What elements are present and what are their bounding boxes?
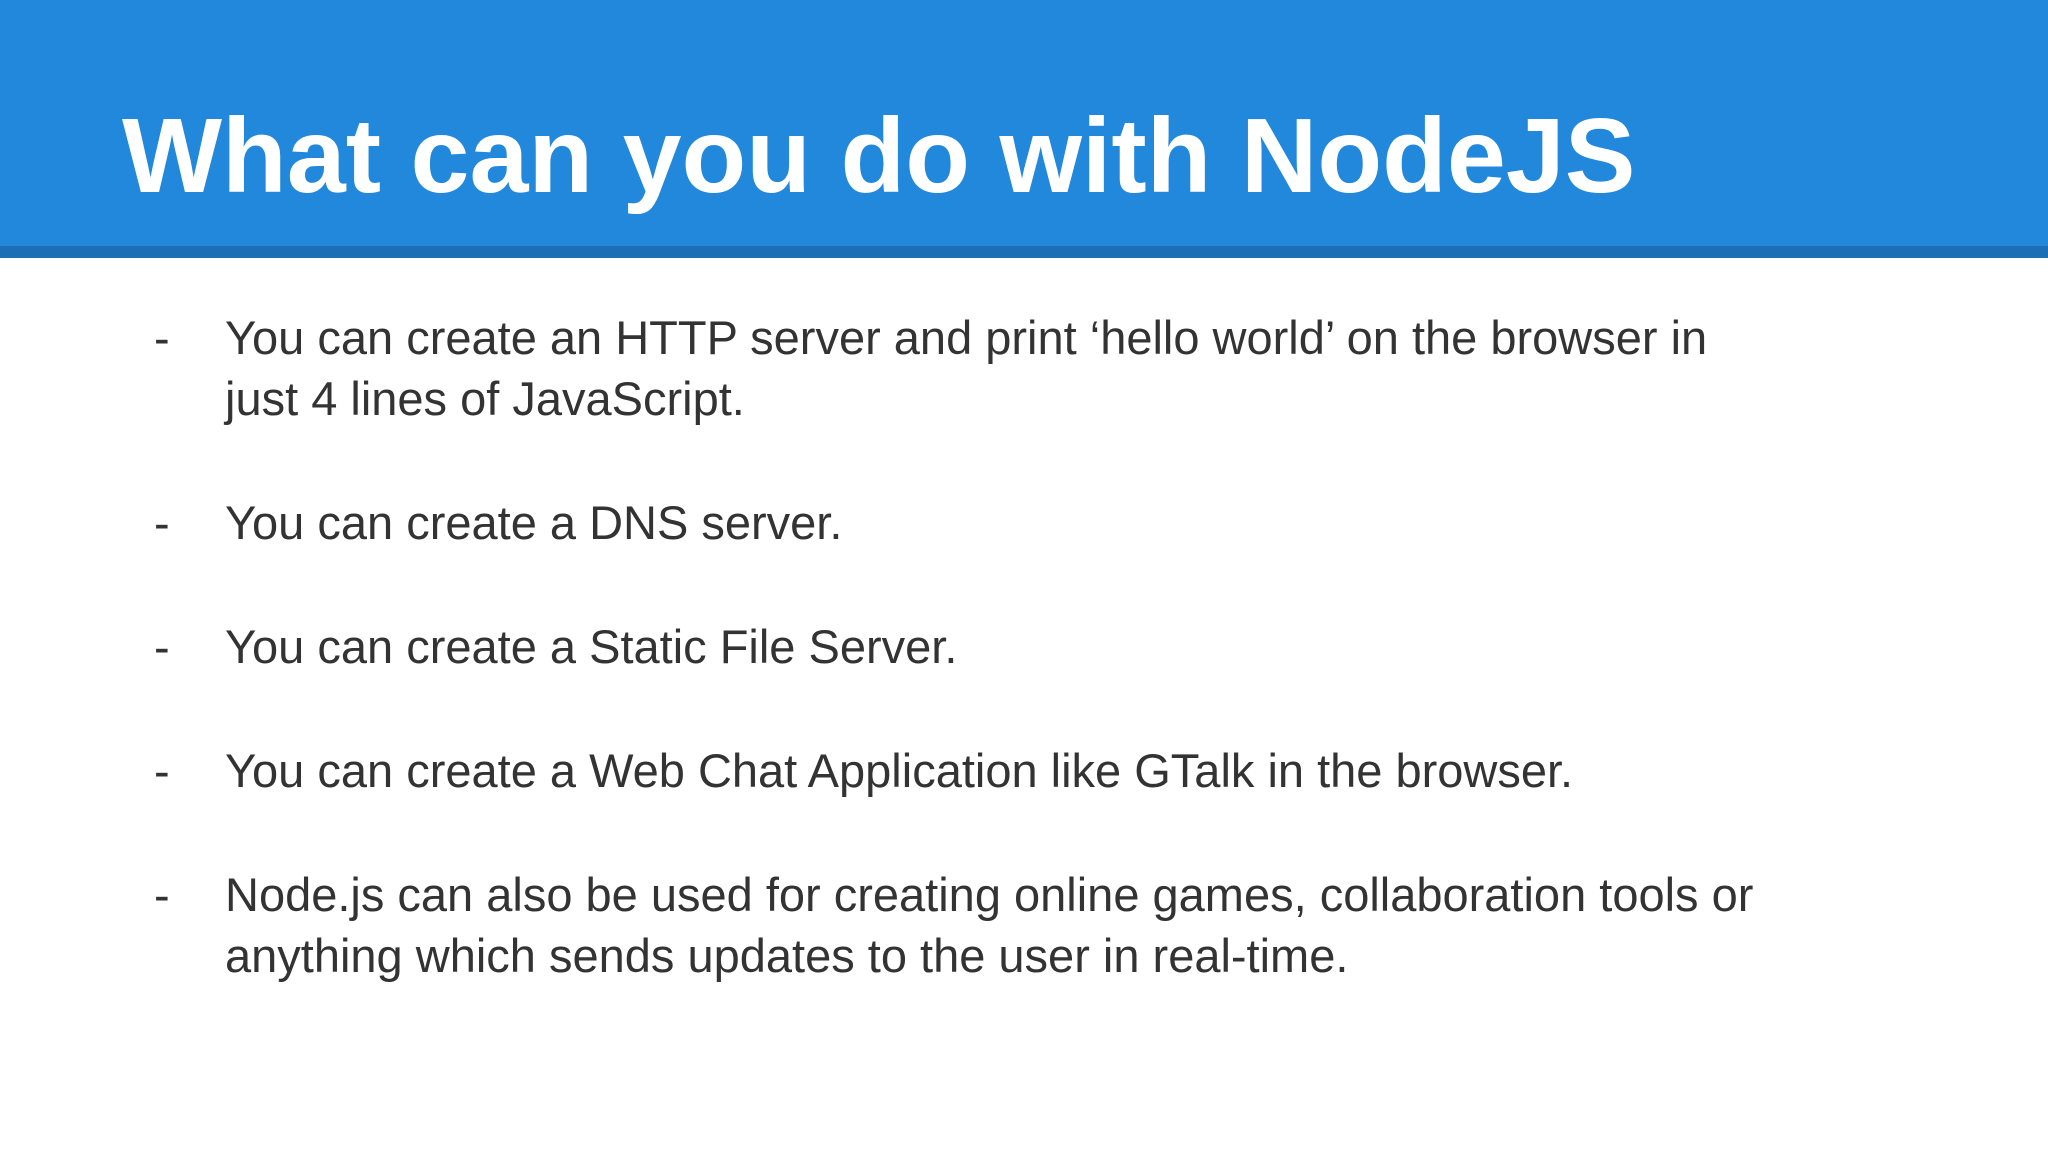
bullet-marker: - — [154, 496, 170, 549]
bullet-text: You can create a Static File Server. — [225, 616, 1925, 677]
bullet-marker: - — [154, 620, 170, 673]
bullet-text: You can create a Web Chat Application li… — [225, 740, 1925, 801]
slide: What can you do with NodeJS - You can cr… — [0, 0, 2048, 1152]
bullet-text-line: You can create a Static File Server. — [225, 620, 958, 673]
bullet-marker: - — [154, 311, 170, 364]
bullet-text: You can create a DNS server. — [225, 492, 1925, 553]
bullet-text-line: You can create a Web Chat Application li… — [225, 744, 1574, 797]
bullet-marker: - — [154, 744, 170, 797]
bullet-text-line: anything which sends updates to the user… — [225, 929, 1349, 982]
bullet-text-line: Node.js can also be used for creating on… — [225, 868, 1754, 921]
bullet-marker: - — [154, 868, 170, 921]
bullet-text-line: You can create a DNS server. — [225, 496, 843, 549]
bullet-text-line: just 4 lines of JavaScript. — [225, 372, 745, 425]
bullet-text: You can create an HTTP server and print … — [225, 307, 1925, 429]
bullet-list: - You can create an HTTP server and prin… — [0, 0, 2048, 1152]
bullet-text-line: You can create an HTTP server and print … — [225, 311, 1708, 364]
bullet-text: Node.js can also be used for creating on… — [225, 864, 1925, 986]
